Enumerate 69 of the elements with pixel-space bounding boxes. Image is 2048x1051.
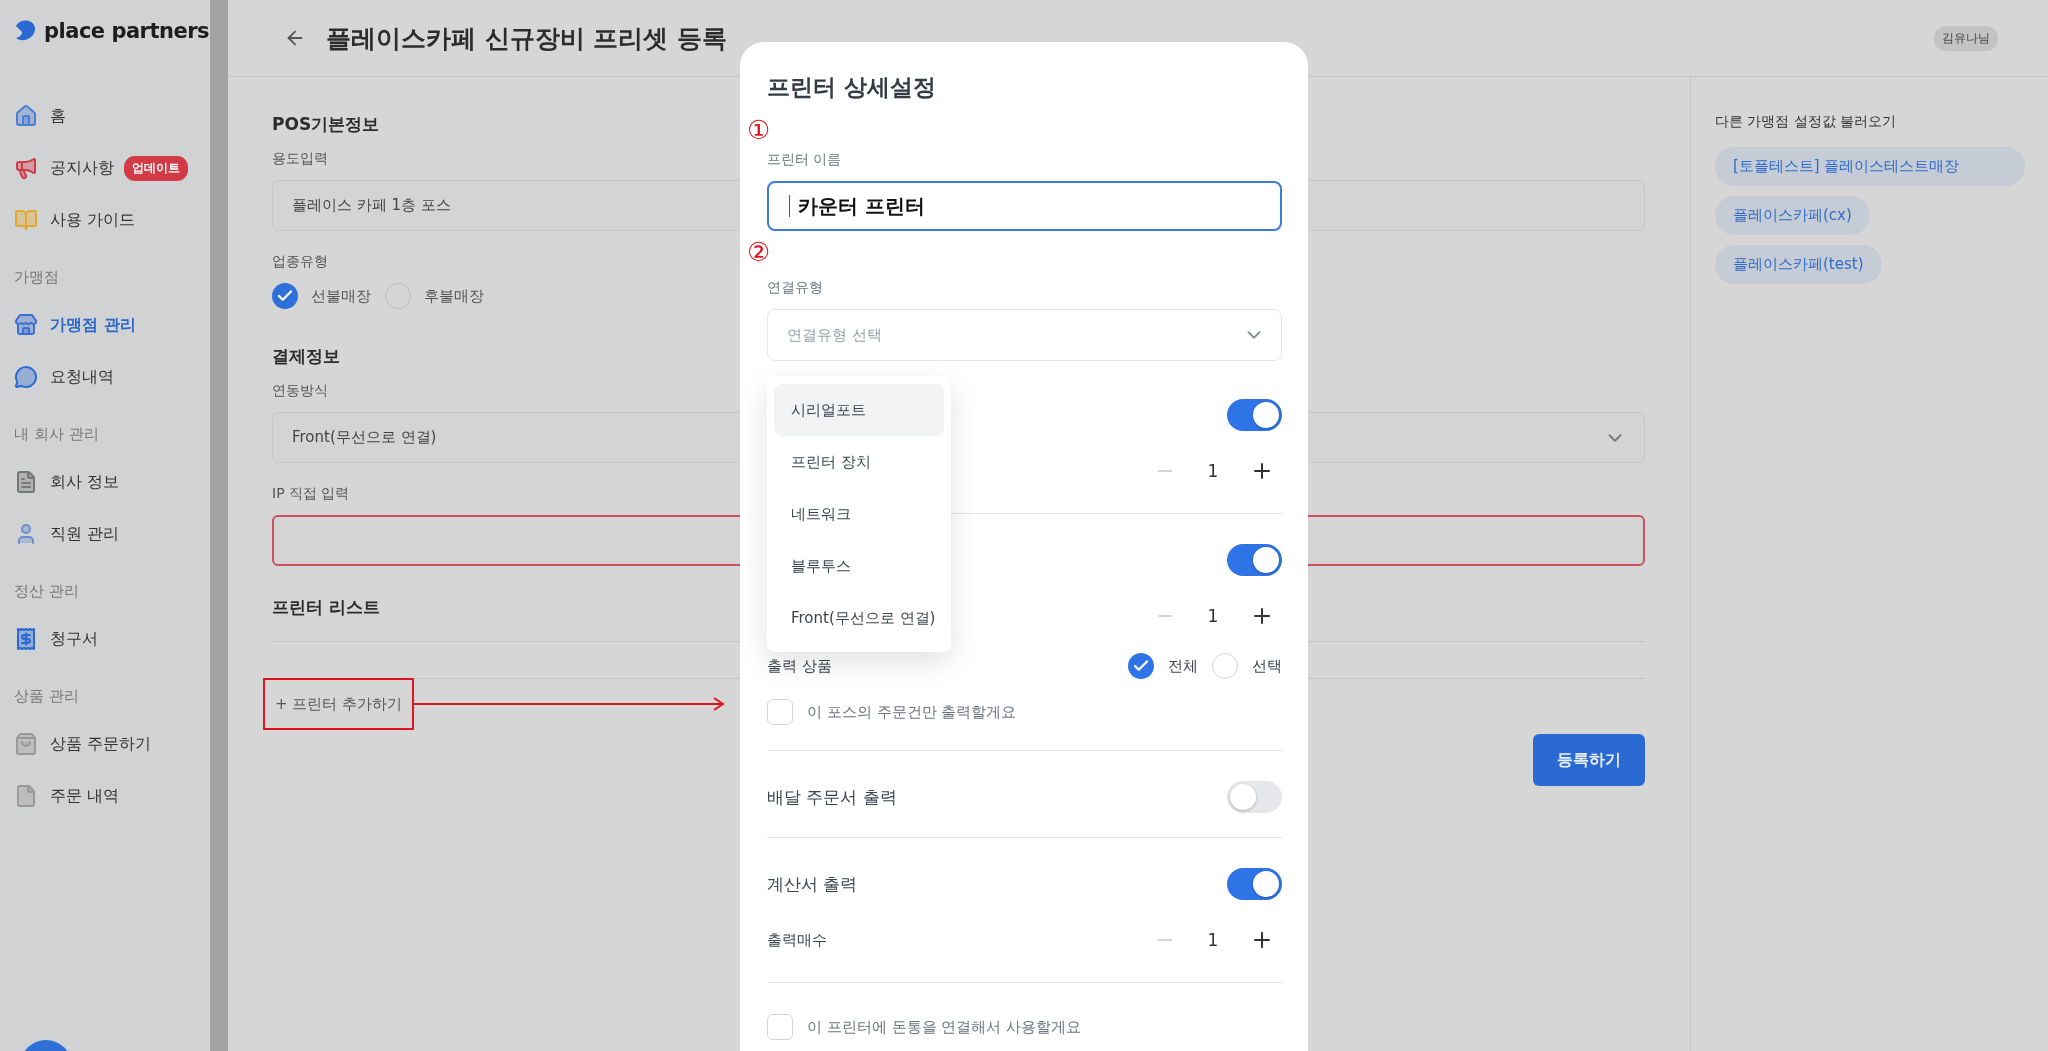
- sidebar-item[interactable]: 공지사항 업데이트: [0, 142, 210, 194]
- count-value: 1: [1206, 606, 1220, 626]
- row-label: 출력 상품: [767, 656, 832, 676]
- field-label: 용도입력: [272, 150, 328, 168]
- receipt-icon: [14, 627, 38, 651]
- row-label: 출력매수: [767, 930, 827, 950]
- count-value: 1: [1206, 461, 1220, 481]
- menu-item[interactable]: 블루투스: [774, 540, 944, 592]
- checkbox-label: 이 포스의 주문건만 출력할게요: [807, 702, 1017, 722]
- section-title: 상품 관리: [13, 687, 80, 706]
- sidebar-item[interactable]: 회사 정보: [0, 456, 210, 508]
- step-marker: ①: [747, 115, 772, 145]
- store-icon: [14, 313, 38, 337]
- menu-item[interactable]: 네트워크: [774, 488, 944, 540]
- book-icon: [14, 208, 38, 232]
- menu-item[interactable]: 프린터 장치: [774, 436, 944, 488]
- field-label: 연결유형: [767, 279, 824, 297]
- section-title: POS기본정보: [272, 113, 380, 136]
- radio-label: 선택: [1252, 656, 1282, 676]
- count-value: 1: [1206, 930, 1220, 950]
- toggle-switch[interactable]: [1227, 781, 1282, 813]
- sidebar-item[interactable]: 상품 주문하기: [0, 718, 210, 770]
- menu-item[interactable]: Front(무선으로 연결): [774, 592, 944, 644]
- toggle-switch[interactable]: [1227, 868, 1282, 900]
- checkbox[interactable]: [767, 699, 793, 725]
- page-title: 플레이스카페 신규장비 프리셋 등록: [326, 22, 729, 55]
- bag-icon: [14, 732, 38, 756]
- section-title: 정산 관리: [13, 582, 80, 601]
- field-label: 프린터 이름: [767, 151, 843, 169]
- add-printer-button[interactable]: + 프린터 추가하기: [263, 678, 415, 730]
- field-label: IP 직접 입력: [272, 485, 350, 503]
- toggle-switch[interactable]: [1227, 399, 1282, 431]
- radio-button[interactable]: [1128, 653, 1154, 679]
- radio-option[interactable]: 후불매장: [385, 283, 484, 309]
- home-icon: [14, 104, 38, 128]
- radio-label: 전체: [1168, 656, 1198, 676]
- logo-text: place partners: [44, 19, 210, 43]
- step-marker: ②: [747, 237, 772, 267]
- document-icon: [14, 784, 38, 808]
- section-title: 가맹점: [13, 268, 60, 287]
- printer-name-field[interactable]: 카운터 프린터: [767, 181, 1282, 231]
- sidebar-item[interactable]: 주문 내역: [0, 770, 210, 822]
- field-label: 업종유형: [272, 253, 328, 271]
- sidebar-item[interactable]: 요청내역: [0, 351, 210, 403]
- sidebar-item[interactable]: 직원 관리: [0, 508, 210, 560]
- row-label: 배달 주문서 출력: [767, 785, 897, 809]
- field-label: 연동방식: [272, 382, 328, 400]
- register-button[interactable]: 등록하기: [1533, 734, 1645, 786]
- sidebar-item[interactable]: 사용 가이드: [0, 194, 210, 246]
- update-badge: 업데이트: [124, 155, 188, 181]
- section-title: 결제정보: [272, 345, 340, 368]
- panel-title: 다른 가맹점 설정값 불러오기: [1715, 113, 1897, 131]
- sidebar-item[interactable]: 홈: [0, 90, 210, 142]
- user-badge: 김유나님: [1934, 25, 1998, 51]
- megaphone-icon: [14, 156, 38, 180]
- section-title: 프린터 리스트: [272, 596, 380, 619]
- row-label: 계산서 출력: [767, 872, 858, 896]
- radio-option[interactable]: 선불매장: [272, 283, 371, 309]
- toggle-switch[interactable]: [1227, 544, 1282, 576]
- modal-title: 프린터 상세설정: [767, 73, 937, 102]
- chat-bubble-icon: [14, 365, 38, 389]
- sidebar-item[interactable]: 청구서: [0, 613, 210, 665]
- sidebar-item[interactable]: 가맹점 관리: [0, 299, 210, 351]
- checkbox-label: 이 프린터에 돈통을 연결해서 사용할게요: [807, 1017, 1082, 1037]
- section-title: 내 회사 관리: [13, 425, 100, 444]
- document-icon: [14, 470, 38, 494]
- menu-item[interactable]: 시리얼포트: [774, 384, 944, 436]
- radio-button[interactable]: [1212, 653, 1238, 679]
- checkbox[interactable]: [767, 1014, 793, 1040]
